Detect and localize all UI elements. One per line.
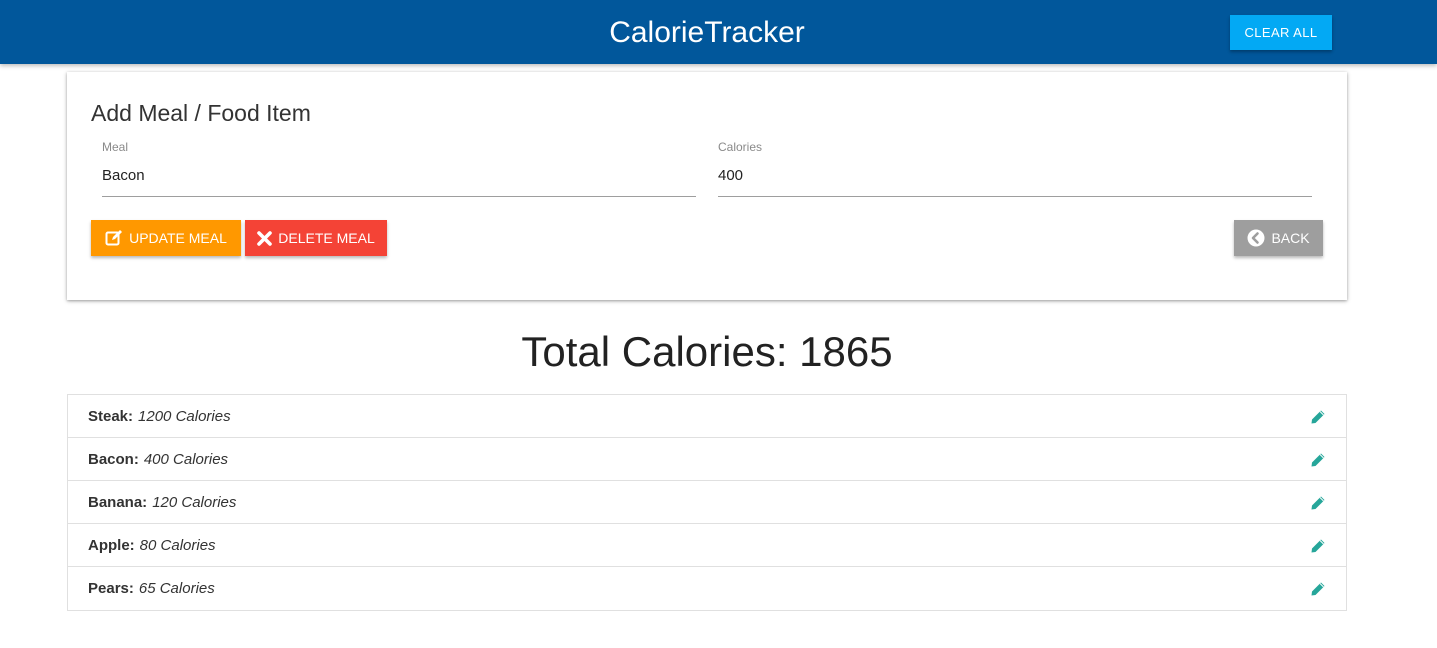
- edit-square-icon: [105, 229, 123, 247]
- total-calories-label: Total Calories:: [521, 328, 788, 375]
- item-calories: 1200 Calories: [138, 407, 231, 425]
- pencil-icon[interactable]: [1310, 452, 1326, 468]
- list-item: Pears: 65 Calories: [68, 567, 1346, 610]
- delete-meal-label: DELETE MEAL: [278, 230, 375, 246]
- chevron-circle-left-icon: [1247, 229, 1265, 247]
- pencil-icon[interactable]: [1310, 409, 1326, 425]
- calories-input-underline: [718, 196, 1312, 197]
- card-title: Add Meal / Food Item: [91, 100, 311, 126]
- item-calories: 400 Calories: [143, 450, 229, 468]
- update-meal-label: UPDATE MEAL: [129, 230, 227, 246]
- total-calories-heading: Total Calories: 1865: [0, 328, 1414, 376]
- pencil-icon[interactable]: [1310, 581, 1326, 597]
- item-calories: 80 Calories: [139, 536, 216, 554]
- item-name: Apple:: [88, 536, 135, 554]
- calories-input[interactable]: [718, 164, 1311, 186]
- brand-logo[interactable]: CalorieTracker: [0, 0, 1414, 64]
- delete-meal-button[interactable]: DELETE MEAL: [245, 220, 387, 256]
- calories-label: Calories: [718, 140, 763, 154]
- total-calories-value: 1865: [799, 328, 893, 375]
- item-name: Pears:: [88, 580, 134, 597]
- update-meal-button[interactable]: UPDATE MEAL: [91, 220, 241, 256]
- meal-input[interactable]: [102, 164, 695, 186]
- navbar: CalorieTracker CLEAR ALL: [0, 0, 1437, 64]
- x-mark-icon: [257, 230, 273, 246]
- add-meal-card: Add Meal / Food Item Meal Calories UPDAT…: [67, 72, 1347, 300]
- meal-label: Meal: [102, 140, 129, 154]
- item-name: Banana:: [88, 493, 148, 511]
- pencil-icon[interactable]: [1310, 538, 1326, 554]
- item-name: Steak:: [88, 407, 134, 425]
- list-item: Bacon: 400 Calories: [68, 438, 1346, 481]
- list-item: Banana: 120 Calories: [68, 481, 1346, 524]
- meal-list: Steak: 1200 Calories Bacon: 400 Calories…: [67, 394, 1347, 611]
- list-item: Steak: 1200 Calories: [68, 395, 1346, 438]
- item-calories: 65 Calories: [138, 580, 215, 597]
- clear-all-button[interactable]: CLEAR ALL: [1230, 15, 1332, 50]
- item-calories: 120 Calories: [152, 493, 237, 511]
- list-item: Apple: 80 Calories: [68, 524, 1346, 567]
- pencil-icon[interactable]: [1310, 495, 1326, 511]
- back-label: BACK: [1271, 230, 1310, 246]
- item-name: Bacon:: [88, 450, 139, 468]
- meal-input-underline: [102, 196, 696, 197]
- back-button[interactable]: BACK: [1234, 220, 1323, 256]
